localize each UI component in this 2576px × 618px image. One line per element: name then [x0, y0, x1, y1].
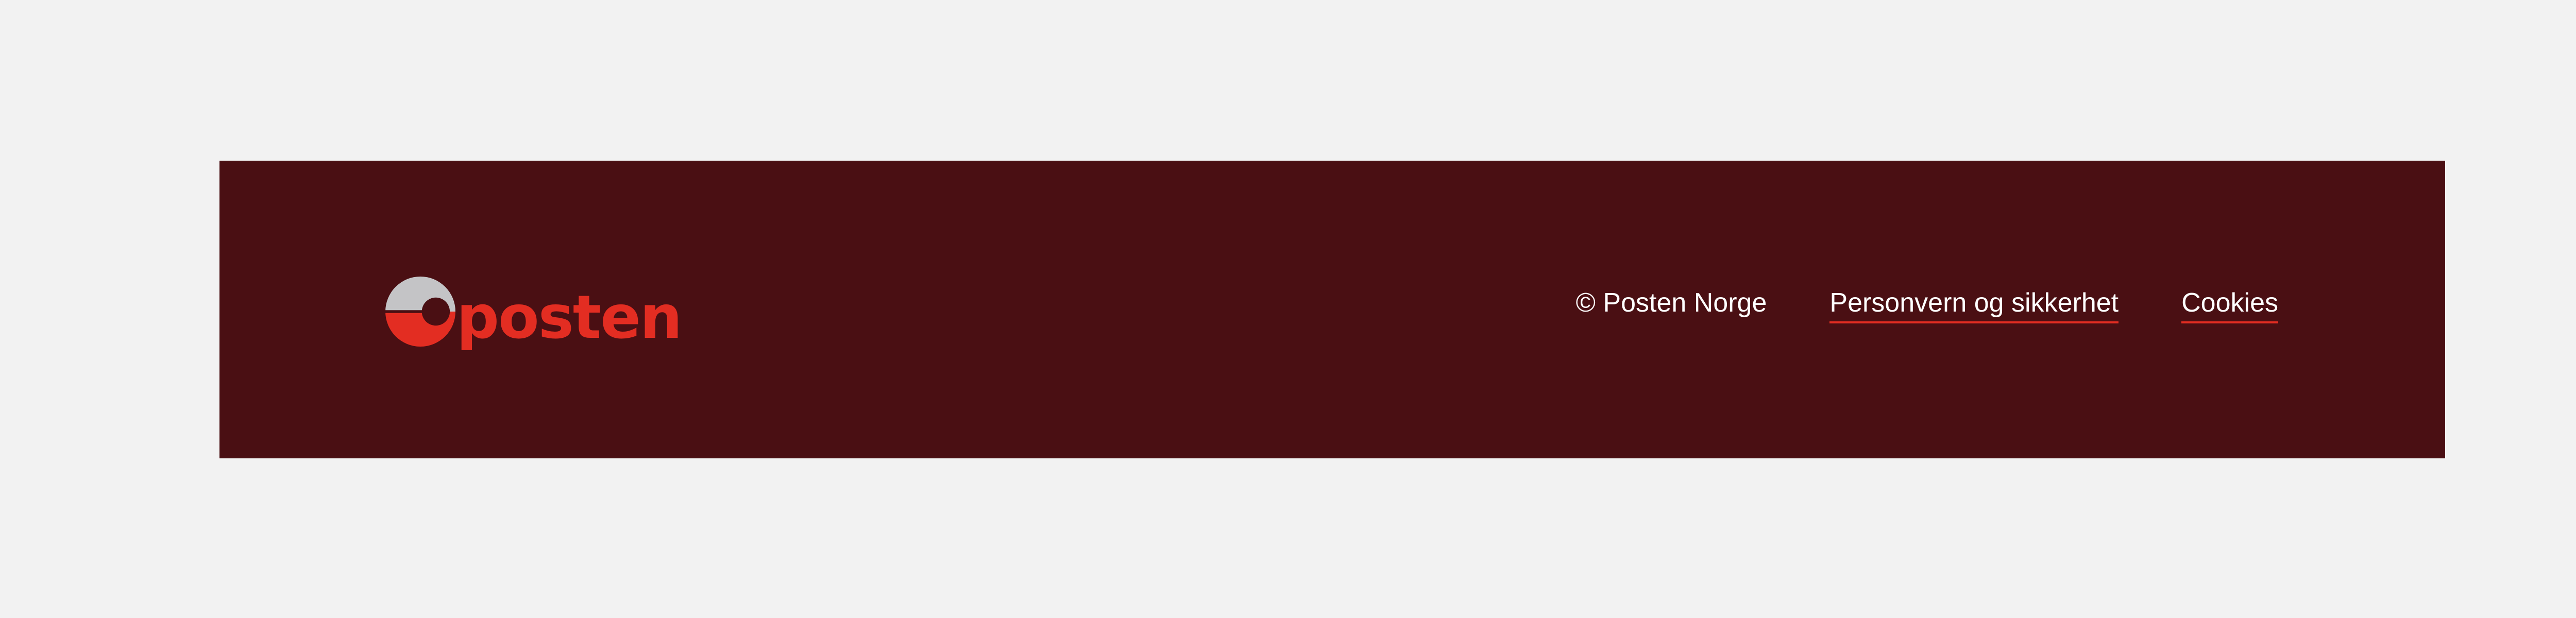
- posten-logo-link[interactable]: posten: [385, 271, 682, 352]
- site-footer: posten © Posten Norge Personvern og sikk…: [219, 161, 2445, 458]
- copyright-text: © Posten Norge: [1575, 288, 1767, 318]
- footer-nav: © Posten Norge Personvern og sikkerhet C…: [1576, 161, 2278, 458]
- posten-ring-logo-icon: [385, 276, 455, 347]
- privacy-security-link[interactable]: Personvern og sikkerhet: [1829, 289, 2119, 323]
- cookies-link[interactable]: Cookies: [2181, 289, 2278, 323]
- posten-logo-wordmark: posten: [456, 282, 682, 352]
